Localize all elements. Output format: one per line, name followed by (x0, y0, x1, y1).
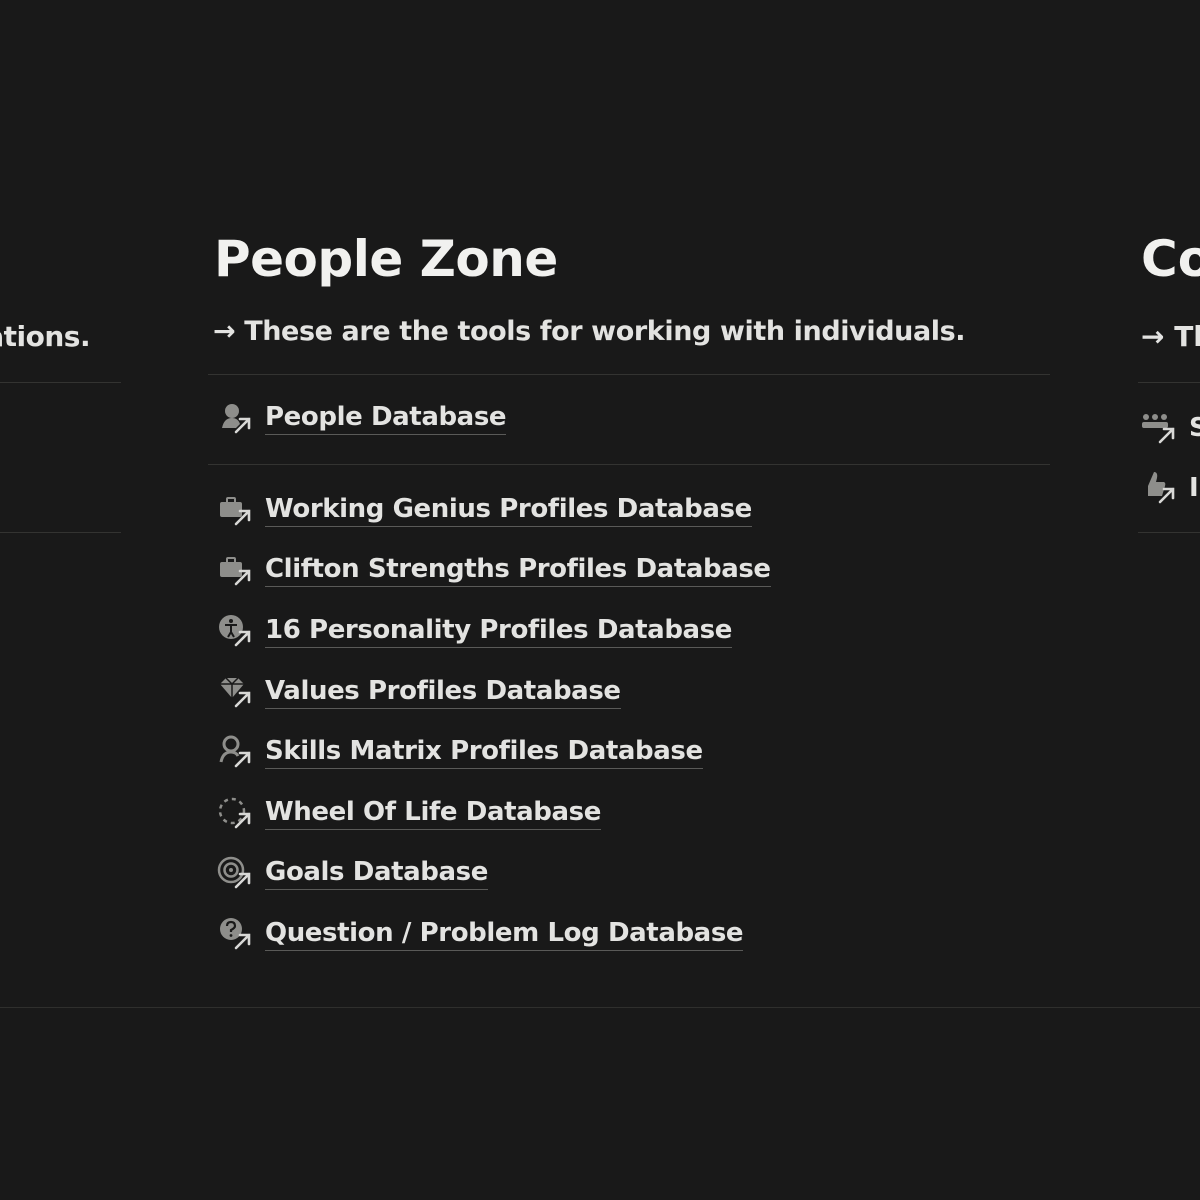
link-label: Goals Database (265, 856, 488, 891)
secondary-links-group: Working Genius Profiles Database Clifton… (208, 465, 1050, 965)
link-values-profiles[interactable]: Values Profiles Database (208, 661, 1050, 722)
accessibility-icon (219, 615, 251, 647)
question-bubble-icon (220, 918, 251, 950)
gem-icon (220, 677, 251, 707)
link-goals[interactable]: Goals Database (208, 843, 1050, 904)
right-column-description: → Th (1141, 320, 1200, 353)
person-search-icon (219, 735, 251, 768)
right-column-divider (1138, 382, 1200, 383)
right-column-link[interactable]: S (1140, 408, 1200, 448)
right-column-link[interactable]: I (1140, 468, 1199, 508)
link-wheel-of-life[interactable]: Wheel Of Life Database (208, 783, 1050, 844)
link-working-genius[interactable]: Working Genius Profiles Database (208, 480, 1050, 541)
target-icon (217, 857, 251, 889)
link-skills-matrix[interactable]: Skills Matrix Profiles Database (208, 722, 1050, 783)
link-16-personality[interactable]: 16 Personality Profiles Database (208, 601, 1050, 662)
left-column-description: isations. (0, 320, 91, 353)
link-label: Values Profiles Database (265, 675, 621, 709)
thumbs-up-icon (1148, 472, 1175, 504)
link-question-problem-log[interactable]: Question / Problem Log Database (208, 904, 1050, 965)
link-label: Clifton Strengths Profiles Database (265, 553, 771, 588)
briefcase-icon (220, 496, 251, 526)
primary-links-group: People Database (208, 375, 1050, 464)
link-clifton-strengths[interactable]: Clifton Strengths Profiles Database (208, 540, 1050, 601)
left-column-divider (0, 382, 121, 383)
person-speaking-icon (222, 404, 251, 434)
briefcase-icon (220, 557, 251, 586)
people-zone-title: People Zone (214, 230, 558, 288)
link-label: Working Genius Profiles Database (265, 493, 752, 527)
bottom-divider (0, 1007, 1200, 1008)
link-label: S (1189, 413, 1200, 443)
link-label: Question / Problem Log Database (265, 917, 744, 952)
link-people-database[interactable]: People Database (208, 388, 1050, 449)
link-label: Wheel Of Life Database (265, 796, 601, 830)
dashed-circle-icon (218, 797, 251, 829)
link-label: I (1189, 473, 1199, 503)
right-column-divider (1138, 532, 1200, 533)
link-label: 16 Personality Profiles Database (265, 614, 732, 649)
group-icon (1142, 414, 1175, 444)
people-zone-section: People Zone → These are the tools for wo… (208, 226, 1050, 964)
link-label: People Database (265, 401, 507, 436)
link-label: Skills Matrix Profiles Database (265, 735, 703, 770)
left-column-divider (0, 532, 121, 533)
people-zone-description: → These are the tools for working with i… (213, 316, 966, 347)
right-column-title: Co (1141, 230, 1200, 288)
